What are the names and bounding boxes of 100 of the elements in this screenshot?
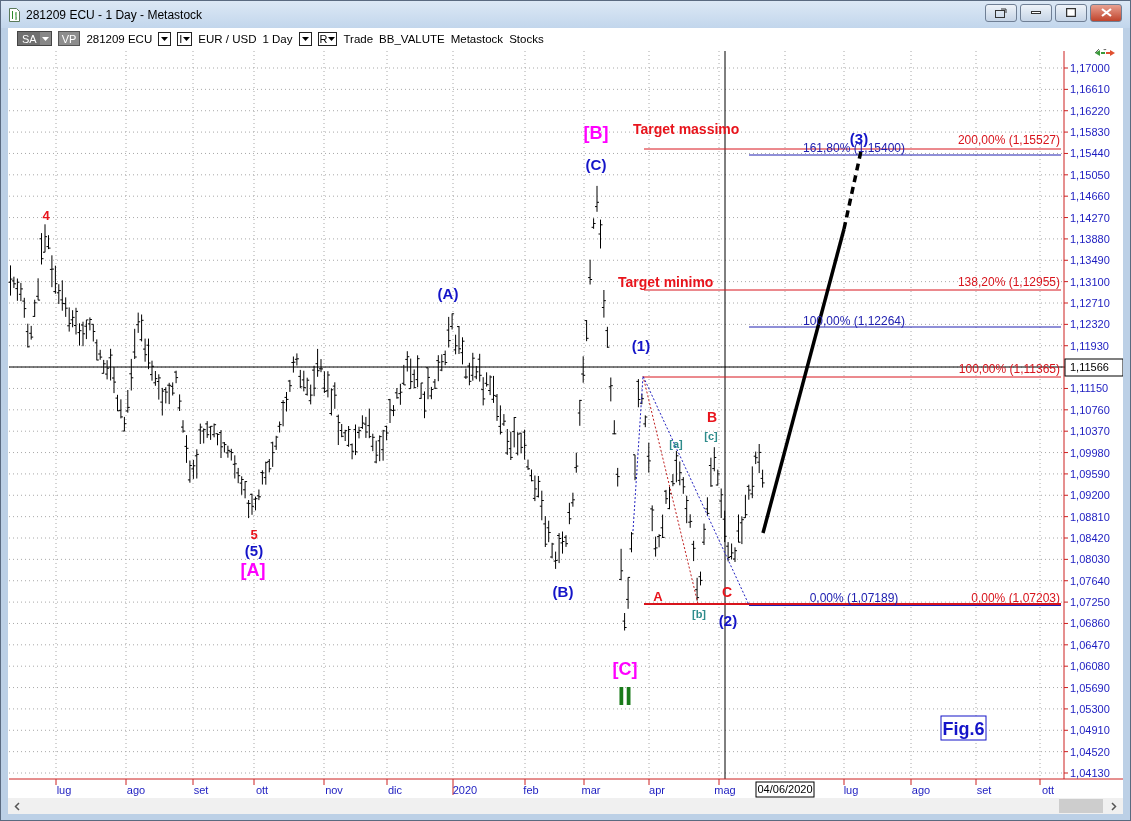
target-label: Target massimo [633, 121, 740, 137]
caret-icon [161, 36, 169, 41]
wave-label: [A] [240, 560, 266, 580]
date-cursor-badge: 04/06/2020 [755, 781, 815, 798]
price-axis-label: 1,13880 [1070, 232, 1110, 245]
wave-label: (B) [552, 583, 574, 600]
maximize-icon [1066, 8, 1076, 17]
toolbar-label: Trade [343, 32, 374, 45]
price-axis-label: 1,09200 [1070, 489, 1110, 502]
menu-dropdown-button[interactable]: I [177, 31, 193, 46]
price-axis-label: 1,09590 [1070, 467, 1110, 480]
menu-dropdown-button[interactable]: R [317, 31, 338, 46]
wave-label: [B] [583, 123, 609, 143]
wave-label: [b] [692, 608, 706, 620]
time-axis-label: apr [649, 784, 665, 796]
detach-icon [995, 7, 1007, 18]
target-label: Target minimo [618, 274, 714, 290]
price-axis-label: 1,12320 [1070, 318, 1110, 331]
horizontal-scrollbar[interactable] [8, 798, 1123, 814]
price-axis-label: 1,17000 [1070, 62, 1110, 74]
price-axis-label: 1,13100 [1070, 275, 1110, 288]
time-axis-label: ott [255, 784, 269, 796]
chevron-left-icon[interactable] [14, 801, 20, 811]
wave-label: 4 [42, 208, 50, 223]
chevron-right-icon[interactable] [1111, 801, 1117, 811]
maximize-button[interactable] [1055, 3, 1087, 22]
price-axis-label: 1,11930 [1070, 339, 1109, 352]
time-axis-label: mag [714, 784, 736, 796]
time-axis-label: set [976, 784, 992, 796]
price-axis-label: 1,14270 [1070, 211, 1110, 224]
price-axis-label: 1,05300 [1070, 702, 1110, 715]
window-title: 281209 ECU - 1 Day - Metastock [26, 7, 204, 22]
dropdown-button[interactable] [158, 31, 172, 46]
toolbar-label: 281209 ECU [86, 32, 153, 45]
price-axis-label: 1,06470 [1070, 638, 1110, 651]
price-axis-label: 1,05690 [1070, 681, 1110, 694]
time-axis-label: feb [523, 784, 539, 796]
wave-label: (5) [244, 542, 264, 559]
price-axis-label: 1,14660 [1070, 190, 1110, 203]
chart-scale-icon [1094, 49, 1115, 56]
fibonacci-level-label: 0,00% (1,07189) [809, 591, 899, 605]
price-axis-label: 1,06080 [1070, 660, 1110, 673]
wave-label: II [617, 681, 633, 711]
price-axis-label: 1,16610 [1070, 83, 1110, 96]
figure-label: Fig.6 [940, 715, 987, 741]
price-axis-label: 1,15830 [1070, 126, 1110, 139]
caret-icon [301, 36, 309, 41]
time-axis-label: ott [1041, 784, 1055, 796]
caret-icon [183, 36, 191, 41]
time-axis-label: mar [581, 784, 601, 796]
dropdown-button[interactable] [298, 31, 312, 46]
price-axis-label: 1,11150 [1070, 382, 1109, 395]
price-axis-label: 1,10760 [1070, 403, 1110, 416]
price-axis-label: 1,15440 [1070, 147, 1110, 160]
time-axis-label: lug [843, 784, 859, 796]
wave-label: C [721, 584, 733, 600]
price-axis-label: 1,07250 [1070, 596, 1110, 609]
toolbar-label: BB_VALUTE [379, 32, 445, 45]
toolbar-label: 1 Day [262, 32, 293, 45]
wave-label: A [653, 589, 663, 604]
price-axis-label: 1,04520 [1070, 745, 1110, 758]
minimize-button[interactable] [1020, 3, 1052, 22]
price-axis-label: 1,10370 [1070, 425, 1110, 438]
chart-document-icon [9, 7, 20, 22]
script-dropdown-button[interactable]: SA [17, 31, 52, 46]
minimize-icon [1031, 11, 1041, 14]
current-price-badge: 1,11566 [1064, 358, 1123, 377]
price-axis-label: 1,07640 [1070, 574, 1110, 587]
wave-label: (C) [585, 156, 607, 173]
fibonacci-level-label: 0,00% (1,07203) [971, 591, 1060, 605]
time-axis-label: nov [325, 784, 343, 796]
price-axis-label: 1,08030 [1070, 553, 1110, 566]
price-axis-label: 1,04130 [1070, 767, 1110, 779]
fibonacci-level-label: 200,00% (1,15527) [957, 133, 1060, 147]
wave-label: [a] [669, 438, 683, 450]
wave-label: 5 [250, 527, 258, 542]
close-button[interactable] [1090, 3, 1122, 22]
price-axis-label: 1,04910 [1070, 724, 1110, 737]
fibonacci-level-label: 138,20% (1,12955) [957, 275, 1060, 289]
toolbar-label: EUR / USD [198, 32, 257, 45]
caret-icon [328, 36, 336, 41]
wave-label: [C] [612, 659, 638, 679]
wave-label: (A) [437, 285, 459, 302]
detach-button[interactable] [985, 3, 1017, 22]
price-axis-label: 1,08810 [1070, 510, 1110, 523]
time-axis-label: dic [387, 784, 403, 796]
toolbar-label: Metastock [450, 32, 504, 45]
price-axis-label: 1,13490 [1070, 254, 1110, 267]
time-axis-label: lug [56, 784, 72, 796]
scrollbar-thumb[interactable] [1059, 799, 1103, 813]
caret-icon [41, 36, 49, 41]
wave-label: [c] [704, 430, 718, 442]
price-axis-label: 1,06860 [1070, 617, 1110, 630]
fibonacci-level-label: 100,00% (1,11365) [958, 362, 1060, 376]
wave-label: B [706, 409, 718, 425]
price-axis-label: 1,09980 [1070, 446, 1110, 459]
wave-label: (1) [631, 337, 651, 354]
time-axis-label: ago [126, 784, 146, 796]
toolbar-label: Stocks [509, 32, 544, 45]
price-axis-label: 1,08420 [1070, 532, 1110, 544]
